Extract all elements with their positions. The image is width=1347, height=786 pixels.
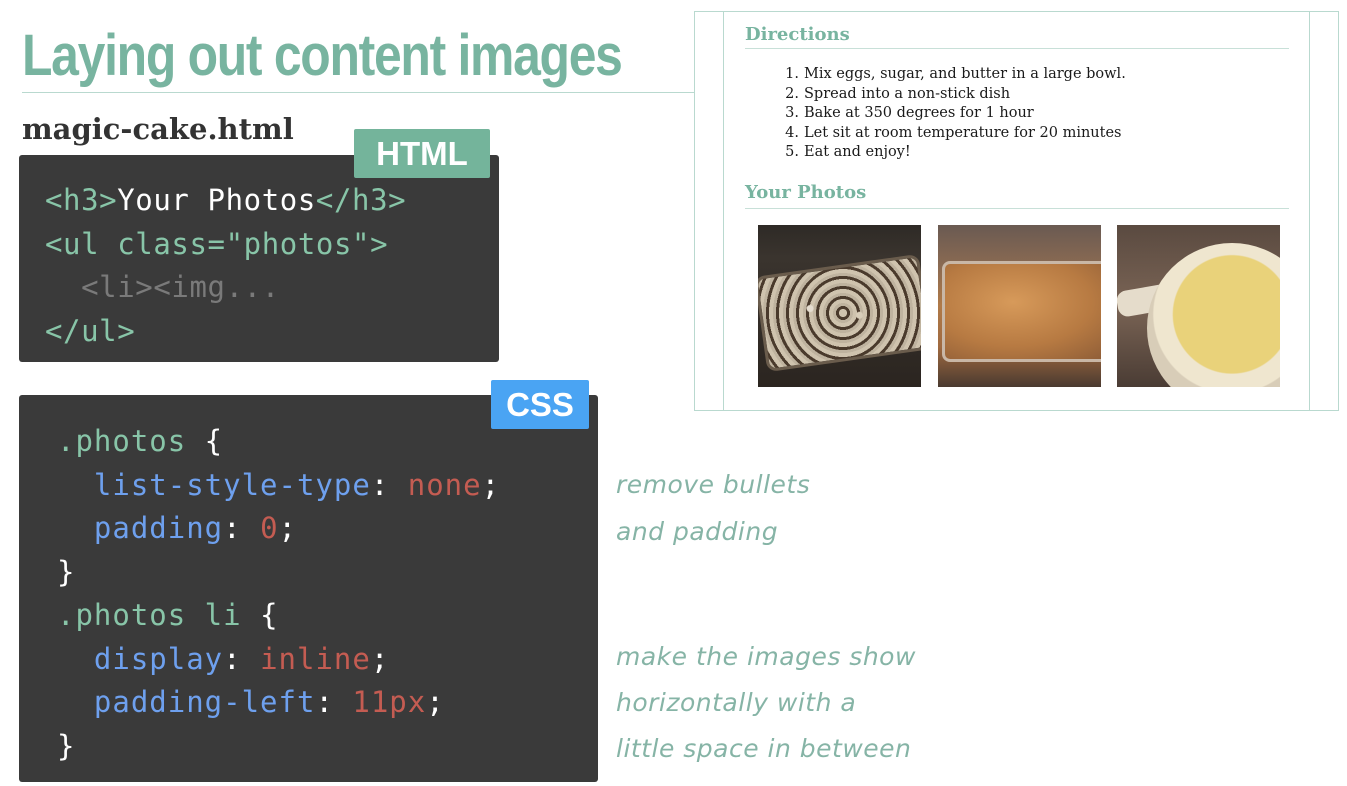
list-number: 4. <box>785 124 799 141</box>
css-value: inline <box>260 641 371 676</box>
page-margin-line <box>723 12 724 410</box>
list-item: 3. Bake at 350 degrees for 1 hour <box>761 104 1126 124</box>
annotation-note: and padding <box>616 517 779 546</box>
list-number: 3. <box>785 105 799 122</box>
annotation-note: little space in between <box>616 734 912 763</box>
list-text: Let sit at room temperature for 20 minut… <box>804 124 1122 141</box>
css-brace: { <box>241 598 279 632</box>
cake-photo <box>758 225 921 387</box>
filename-label: magic-cake.html <box>22 112 294 146</box>
title-divider <box>22 92 694 93</box>
browser-preview: Directions 1. Mix eggs, sugar, and butter… <box>694 11 1339 411</box>
heading-rule <box>745 208 1289 209</box>
baking-dish <box>942 261 1101 362</box>
css-badge: CSS <box>491 380 589 429</box>
directions-list: 1. Mix eggs, sugar, and butter in a large… <box>761 65 1126 163</box>
list-number: 1. <box>785 66 799 82</box>
list-item: 4. Let sit at room temperature for 20 min… <box>761 124 1126 144</box>
html-line-2: <ul class="photos"> <box>45 226 389 261</box>
cake-photo <box>938 225 1101 387</box>
list-item: 2. Spread into a non-stick dish <box>761 85 1126 105</box>
list-text: Mix eggs, sugar, and butter in a large b… <box>804 66 1126 82</box>
css-code-block: .photos { list-style-type: none; padding… <box>57 424 501 763</box>
css-brace: { <box>186 424 224 458</box>
css-property: list-style-type <box>93 467 371 502</box>
html-badge: HTML <box>354 129 490 178</box>
list-item: 1. Mix eggs, sugar, and butter in a large… <box>761 65 1126 85</box>
heading-rule <box>745 48 1289 49</box>
css-value: 0 <box>260 511 279 545</box>
annotation-note: remove bullets <box>616 470 811 499</box>
baking-dish <box>758 253 921 373</box>
code-token: Your Photos <box>117 183 316 217</box>
slide-title: Laying out content images <box>22 23 623 88</box>
list-text: Bake at 350 degrees for 1 hour <box>804 105 1034 122</box>
css-property: padding-left <box>93 685 316 719</box>
list-item: 5. Eat and enjoy! <box>761 143 1126 163</box>
annotation-note: horizontally with a <box>616 688 857 717</box>
html-code-block: <h3>Your Photos</h3> <ul class="photos">… <box>45 179 406 353</box>
list-text: Spread into a non-stick dish <box>804 85 1011 102</box>
html-line-4: </ul> <box>45 313 136 348</box>
list-text: Eat and enjoy! <box>804 144 911 161</box>
css-property: display <box>93 641 224 676</box>
directions-heading: Directions <box>745 24 850 45</box>
css-property: padding <box>93 511 224 545</box>
css-brace: } <box>57 728 76 763</box>
list-number: 5. <box>785 144 799 161</box>
code-token: </h3> <box>315 183 407 217</box>
page-margin-line <box>1309 12 1310 410</box>
mixing-bowl <box>1147 243 1280 387</box>
photos-heading: Your Photos <box>745 182 867 203</box>
css-brace: } <box>57 554 76 589</box>
bowl-photo <box>1117 225 1280 387</box>
html-line-1: <h3>Your Photos</h3> <box>45 183 406 217</box>
code-token: <h3> <box>45 183 118 217</box>
html-line-3: <li><img... <box>45 270 280 304</box>
list-number: 2. <box>785 85 799 102</box>
css-value: none <box>407 467 482 502</box>
css-selector: .photos li <box>57 598 242 632</box>
annotation-note: make the images show <box>616 642 916 671</box>
css-value: 11px <box>352 685 427 719</box>
css-selector: .photos <box>57 424 187 458</box>
